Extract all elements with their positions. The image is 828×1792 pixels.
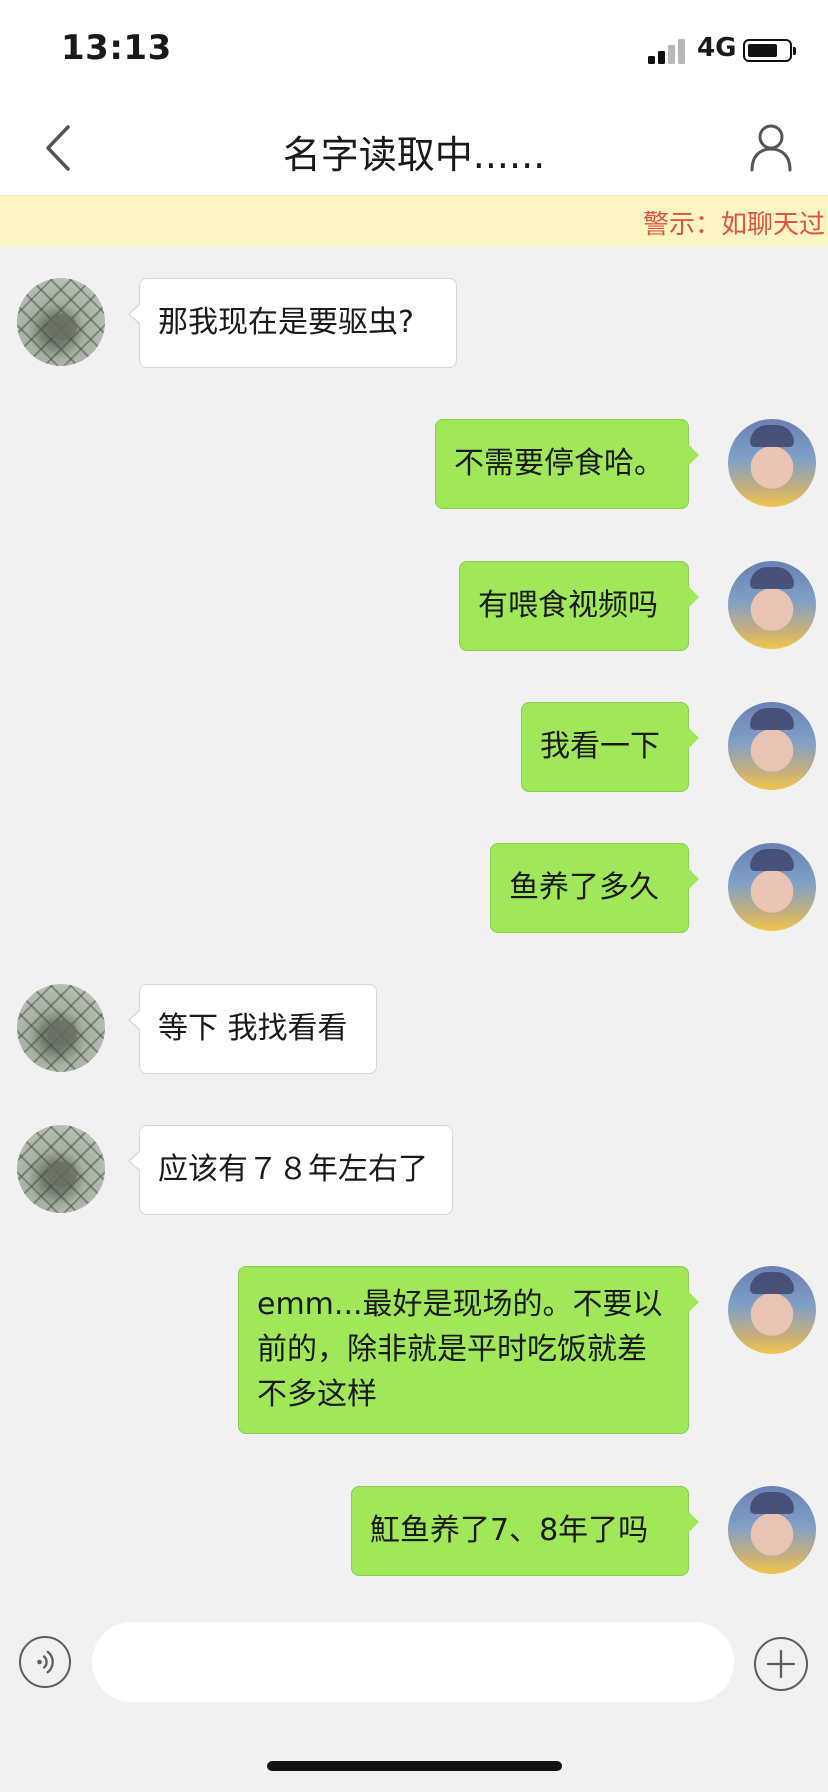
my-avatar[interactable] — [728, 1486, 816, 1574]
message-bubble[interactable]: 我看一下 — [521, 702, 699, 792]
network-type: 4G — [697, 33, 737, 63]
contact-avatar[interactable] — [17, 984, 105, 1072]
message-bubble[interactable]: emm...最好是现场的。不要以 前的，除非就是平时吃饭就差 不多这样 — [238, 1266, 699, 1434]
message-bubble[interactable]: 有喂食视频吗 — [459, 561, 699, 651]
message-bubble[interactable]: 等下 我找看看 — [128, 984, 377, 1074]
message-text: 等下 我找看看 — [158, 1011, 348, 1046]
my-avatar[interactable] — [728, 1266, 816, 1354]
my-avatar[interactable] — [728, 419, 816, 507]
plus-icon[interactable] — [754, 1637, 808, 1691]
message-text: 我看一下 — [540, 729, 660, 764]
message-bubble[interactable]: 魟鱼养了7、8年了吗 — [351, 1486, 699, 1576]
signal-icon — [648, 38, 688, 64]
message-input[interactable] — [92, 1622, 734, 1702]
message-bubble[interactable]: 鱼养了多久 — [490, 843, 699, 933]
message-text-line: 不多这样 — [257, 1377, 377, 1412]
message-text-line: 前的，除非就是平时吃饭就差 — [257, 1332, 647, 1367]
person-icon[interactable] — [748, 122, 794, 172]
message-text-line: emm...最好是现场的。不要以 — [257, 1287, 663, 1322]
message-text: 鱼养了多久 — [509, 870, 659, 905]
message-text: 那我现在是要驱虫? — [158, 305, 414, 340]
my-avatar[interactable] — [728, 561, 816, 649]
contact-avatar[interactable] — [17, 278, 105, 366]
message-bubble[interactable]: 应该有７８年左右了 — [128, 1125, 453, 1215]
contact-avatar[interactable] — [17, 1125, 105, 1213]
page-title: 名字读取中...... — [282, 133, 546, 177]
battery-icon — [743, 39, 796, 62]
message-text: 魟鱼养了7、8年了吗 — [370, 1513, 649, 1548]
message-text: 不需要停食哈。 — [454, 446, 664, 481]
message-bubble[interactable]: 不需要停食哈。 — [435, 419, 699, 509]
voice-icon[interactable] — [19, 1636, 71, 1688]
my-avatar[interactable] — [728, 843, 816, 931]
warning-text: 警示：如聊天过 — [643, 210, 826, 240]
chevron-left-icon[interactable] — [40, 124, 80, 172]
message-text: 应该有７８年左右了 — [158, 1152, 428, 1187]
message-bubble[interactable]: 那我现在是要驱虫? — [128, 278, 457, 368]
status-time: 13:13 — [61, 28, 172, 68]
my-avatar[interactable] — [728, 702, 816, 790]
home-indicator — [267, 1761, 562, 1771]
message-text: 有喂食视频吗 — [478, 588, 658, 623]
status-bar: 13:13 4G — [0, 0, 828, 100]
nav-bar: 名字读取中...... — [0, 100, 828, 196]
warning-banner: 警示：如聊天过 — [0, 196, 828, 246]
